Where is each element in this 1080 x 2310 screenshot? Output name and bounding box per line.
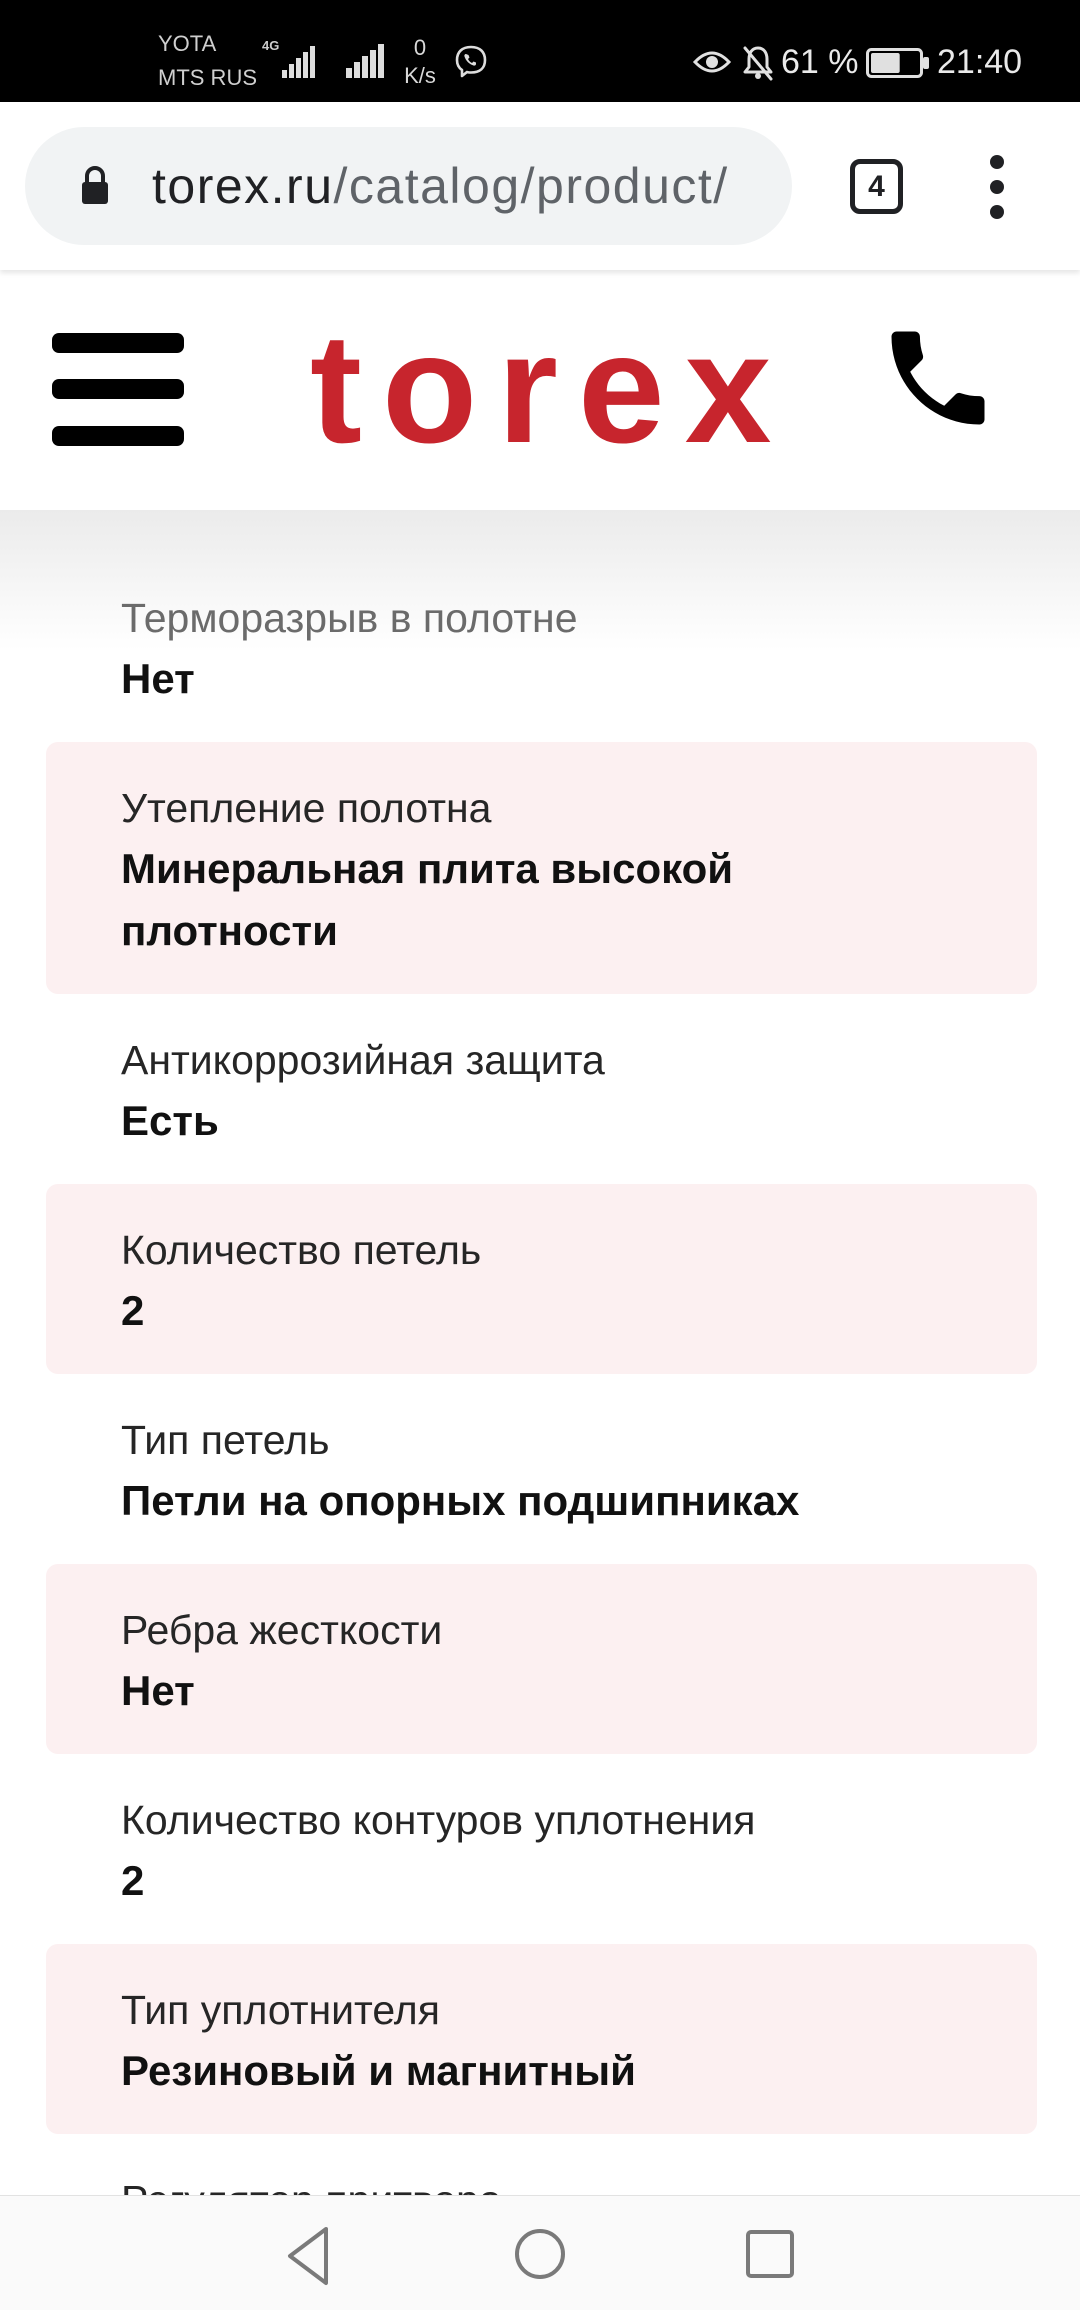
spec-value: Минеральная плита высокой плотности bbox=[121, 845, 734, 954]
recents-icon[interactable] bbox=[745, 2229, 795, 2279]
spec-value: Нет bbox=[121, 1667, 195, 1714]
data-speed-value: 0 bbox=[413, 35, 427, 60]
spec-row: Ребра жесткости Нет bbox=[46, 1564, 1037, 1754]
signal-bar bbox=[303, 52, 308, 78]
signal-bar bbox=[310, 46, 315, 78]
home-circle bbox=[515, 2229, 565, 2279]
viber-bubble bbox=[455, 45, 487, 78]
viber-icon bbox=[455, 45, 487, 78]
hamburger-menu-icon[interactable] bbox=[40, 320, 196, 450]
url-path: /catalog/product/ bbox=[333, 158, 729, 214]
url-text[interactable]: torex.ru/catalog/product/ bbox=[152, 127, 764, 245]
network-type-label: 4G bbox=[262, 38, 279, 53]
phone-icon[interactable] bbox=[876, 316, 1000, 440]
url-host: torex.ru bbox=[152, 158, 334, 214]
signal-bar bbox=[362, 56, 368, 78]
clock: 21:40 bbox=[937, 43, 1023, 81]
spec-row: Количество петель 2 bbox=[46, 1184, 1037, 1374]
spec-row: Количество контуров уплотнения 2 bbox=[46, 1754, 1037, 1944]
spec-label: Тип уплотнителя bbox=[121, 1987, 440, 2033]
spec-row: Утепление полотна Минеральная плита высо… bbox=[46, 742, 1037, 994]
carrier-1: YOTA bbox=[158, 31, 217, 56]
spec-label: Количество петель bbox=[121, 1227, 482, 1273]
spec-row: Регулятор притвора bbox=[46, 2134, 1037, 2195]
hamburger-bar bbox=[52, 333, 184, 353]
back-icon[interactable] bbox=[284, 2225, 332, 2287]
spec-value: Есть bbox=[121, 1097, 219, 1144]
spec-label: Регулятор притвора bbox=[121, 2170, 962, 2195]
site-header: torex bbox=[0, 270, 1080, 510]
lock-icon[interactable] bbox=[78, 163, 112, 207]
lock-shackle bbox=[85, 166, 105, 183]
spec-label: Утепление полотна bbox=[121, 785, 492, 831]
home-icon[interactable] bbox=[513, 2227, 567, 2281]
spec-label: Терморазрыв в полотне bbox=[121, 595, 578, 641]
carrier-names: YOTA MTS RUS bbox=[158, 27, 257, 95]
more-vert-icon[interactable] bbox=[980, 150, 1014, 226]
spec-label: Ребра жесткости bbox=[121, 1607, 443, 1653]
lock-body bbox=[82, 182, 108, 204]
browser-toolbar: torex.ru/catalog/product/ 4 bbox=[0, 102, 1080, 270]
system-nav-bar bbox=[0, 2195, 1080, 2310]
spec-label: Тип петель bbox=[121, 1417, 330, 1463]
spec-row: Терморазрыв в полотне Нет bbox=[46, 552, 1037, 742]
menu-dot bbox=[990, 155, 1004, 169]
battery-nub bbox=[923, 57, 929, 69]
signal-4g-icon: 4G bbox=[262, 38, 315, 78]
spec-row: Антикоррозийная защита Есть bbox=[46, 994, 1037, 1184]
eye-icon bbox=[693, 51, 731, 73]
viber-handset bbox=[464, 54, 476, 66]
tab-switcher-icon[interactable]: 4 bbox=[850, 159, 903, 214]
data-speed: 0 K/s bbox=[398, 34, 442, 90]
back-triangle bbox=[288, 2227, 328, 2285]
signal-bar bbox=[354, 62, 360, 78]
data-speed-unit: K/s bbox=[404, 63, 436, 88]
product-specs: Терморазрыв в полотне Нет Утепление поло… bbox=[0, 510, 1080, 2195]
phone-handset bbox=[891, 331, 985, 425]
signal-bar bbox=[370, 50, 376, 78]
hamburger-bar bbox=[52, 426, 184, 446]
bell-off-icon bbox=[743, 46, 773, 81]
spec-label: Количество контуров уплотнения bbox=[121, 1797, 756, 1843]
signal-bar bbox=[346, 68, 352, 78]
menu-dot bbox=[990, 180, 1004, 194]
hamburger-bar bbox=[52, 379, 184, 399]
signal-bar bbox=[378, 44, 384, 78]
spec-row: Тип петель Петли на опорных подшипниках bbox=[46, 1374, 1037, 1564]
spec-row: Тип уплотнителя Резиновый и магнитный bbox=[46, 1944, 1037, 2134]
signal-icon bbox=[346, 44, 384, 78]
signal-bar bbox=[289, 64, 294, 78]
tab-count: 4 bbox=[868, 170, 885, 203]
torex-logo[interactable]: torex bbox=[310, 311, 791, 467]
bell-clapper bbox=[755, 73, 761, 79]
recents-square bbox=[746, 2230, 794, 2278]
signal-bar bbox=[296, 58, 301, 78]
battery-percent: 61 % bbox=[781, 43, 859, 81]
spec-value: 2 bbox=[121, 1287, 145, 1334]
eye-pupil bbox=[706, 56, 718, 68]
carrier-2: MTS RUS bbox=[158, 65, 257, 90]
spec-value: Нет bbox=[121, 655, 195, 702]
spec-value: Резиновый и магнитный bbox=[121, 2047, 636, 2094]
spec-value: Петли на опорных подшипниках bbox=[121, 1477, 800, 1524]
spec-value: 2 bbox=[121, 1857, 145, 1904]
signal-bar bbox=[282, 70, 287, 78]
menu-dot bbox=[990, 205, 1004, 219]
spec-label: Антикоррозийная защита bbox=[121, 1037, 605, 1083]
battery-fill bbox=[871, 53, 900, 73]
status-bar: YOTA MTS RUS 4G 0 K/s 61 % 21:40 bbox=[0, 0, 1080, 102]
battery-icon bbox=[866, 48, 929, 78]
screen: YOTA MTS RUS 4G 0 K/s 61 % 21:40 torex.r… bbox=[0, 0, 1080, 2310]
